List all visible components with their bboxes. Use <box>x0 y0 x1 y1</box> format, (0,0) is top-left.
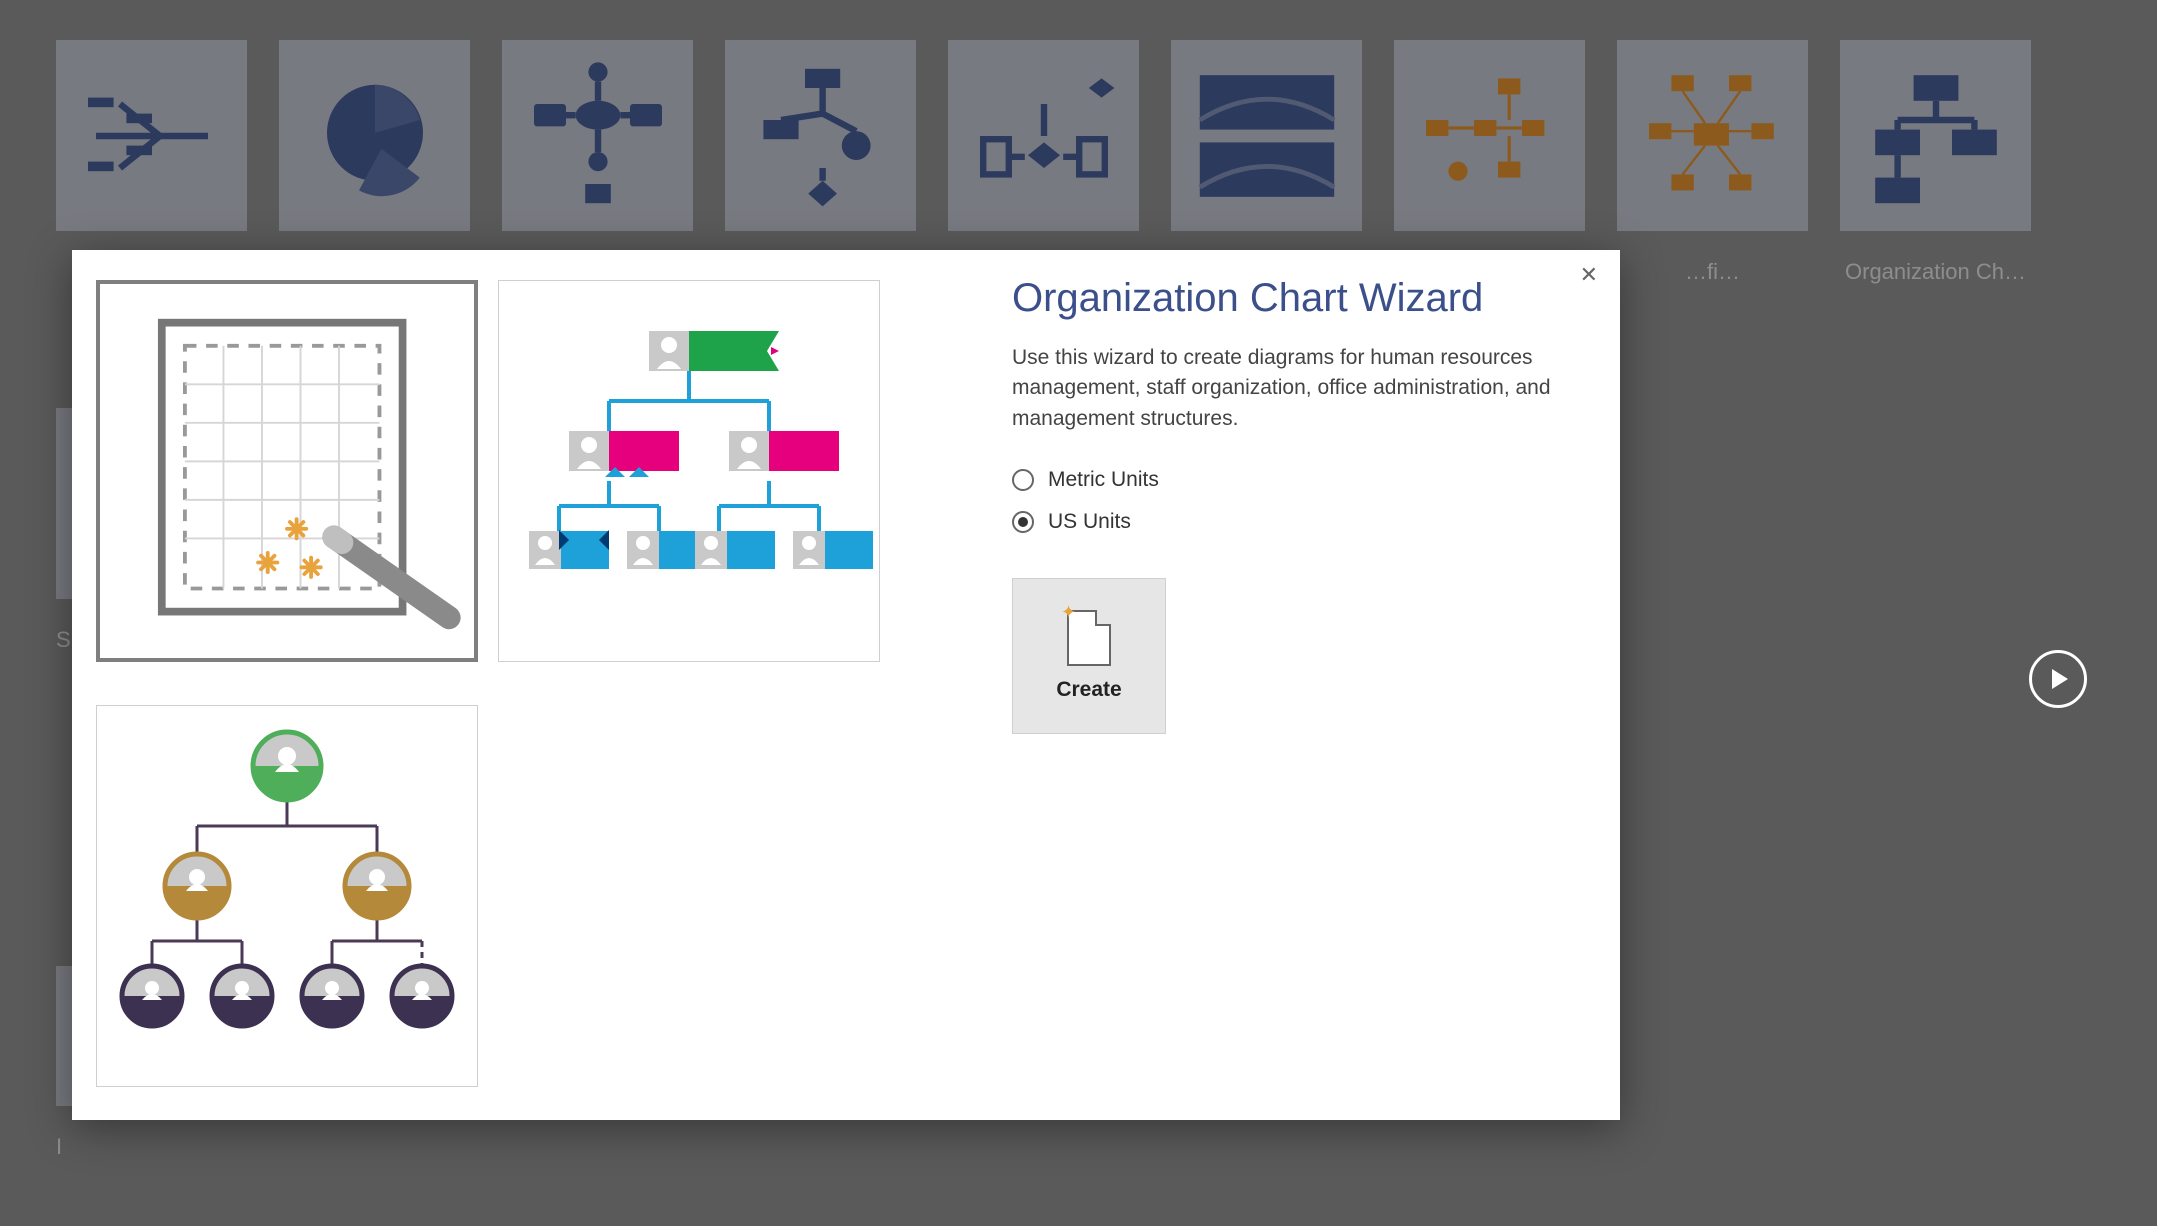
dialog-title: Organization Chart Wizard <box>1012 276 1580 321</box>
new-document-icon: ✦ <box>1067 610 1111 666</box>
units-metric-radio[interactable]: Metric Units <box>1012 468 1580 492</box>
preview-org-chart-color[interactable] <box>498 280 880 662</box>
wizard-blank-icon <box>104 288 470 654</box>
radio-icon <box>1012 469 1034 491</box>
next-arrow-button[interactable] <box>2029 650 2087 708</box>
close-icon[interactable]: ✕ <box>1572 260 1606 290</box>
org-chart-wizard-dialog: ✕ <box>72 250 1620 1120</box>
create-button-label: Create <box>1056 678 1121 702</box>
dialog-info-panel: Organization Chart Wizard Use this wizar… <box>992 250 1620 1120</box>
preview-org-chart-belt[interactable] <box>96 705 478 1087</box>
radio-icon <box>1012 511 1034 533</box>
create-button[interactable]: ✦ Create <box>1012 578 1166 734</box>
sparkle-icon: ✦ <box>1061 602 1076 623</box>
org-chart-color-icon <box>499 281 879 661</box>
template-preview-grid <box>72 250 992 1120</box>
preview-blank-wizard[interactable] <box>96 280 478 662</box>
radio-label: Metric Units <box>1048 468 1159 492</box>
org-chart-belt-icon <box>97 706 477 1086</box>
radio-label: US Units <box>1048 510 1131 534</box>
dialog-description: Use this wizard to create diagrams for h… <box>1012 343 1580 434</box>
units-us-radio[interactable]: US Units <box>1012 510 1580 534</box>
